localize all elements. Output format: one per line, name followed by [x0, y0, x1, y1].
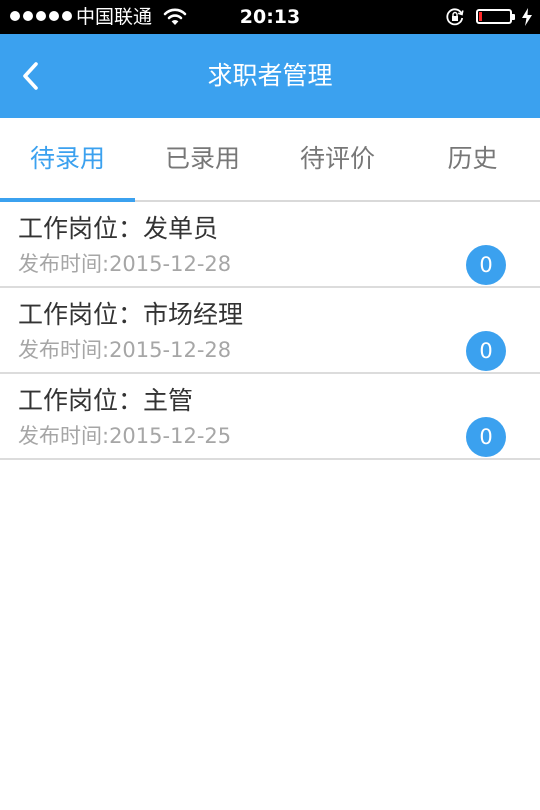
list-item[interactable]: 工作岗位：市场经理 发布时间:2015-12-28 0 — [0, 288, 540, 374]
list-item[interactable]: 工作岗位：主管 发布时间:2015-12-25 0 — [0, 374, 540, 460]
job-date: 发布时间:2015-12-28 — [18, 252, 232, 276]
list-item[interactable]: 工作岗位：发单员 发布时间:2015-12-28 0 — [0, 202, 540, 288]
status-bar: 中国联通 20:13 — [0, 0, 540, 34]
charging-bolt-icon — [521, 8, 533, 30]
applicant-count-badge: 0 — [466, 417, 506, 457]
applicant-count-badge: 0 — [466, 245, 506, 285]
applicant-count-badge: 0 — [466, 331, 506, 371]
rotation-lock-icon — [445, 7, 465, 31]
tab-history[interactable]: 历史 — [405, 118, 540, 200]
tab-pending-review[interactable]: 待评价 — [270, 118, 405, 200]
tab-hired[interactable]: 已录用 — [135, 118, 270, 200]
battery-level — [479, 12, 482, 21]
job-date: 发布时间:2015-12-25 — [18, 424, 232, 448]
job-list: 工作岗位：发单员 发布时间:2015-12-28 0 工作岗位：市场经理 发布时… — [0, 202, 540, 460]
battery-icon — [476, 9, 515, 24]
job-date: 发布时间:2015-12-28 — [18, 338, 232, 362]
tab-bar: 待录用 已录用 待评价 历史 — [0, 118, 540, 202]
page-title: 求职者管理 — [207, 61, 333, 90]
job-title: 工作岗位：发单员 — [18, 214, 219, 243]
nav-bar: 求职者管理 — [0, 34, 540, 118]
job-title: 工作岗位：市场经理 — [18, 300, 244, 329]
tab-pending-hire[interactable]: 待录用 — [0, 118, 135, 202]
job-title: 工作岗位：主管 — [18, 386, 194, 415]
